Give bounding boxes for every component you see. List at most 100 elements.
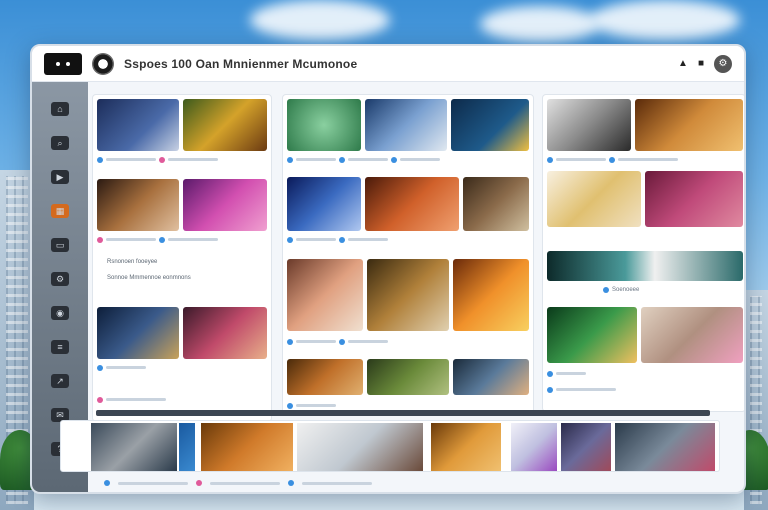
video-meta xyxy=(547,369,743,378)
video-thumbnail[interactable] xyxy=(547,251,743,281)
settings-icon[interactable]: ⚙ xyxy=(714,54,732,73)
video-thumbnail[interactable] xyxy=(547,99,631,151)
meta-line xyxy=(296,340,336,343)
grid-icon[interactable]: ▦ xyxy=(51,204,69,218)
video-thumbnail[interactable] xyxy=(615,423,715,471)
video-thumbnail[interactable] xyxy=(287,259,363,331)
channel-avatar[interactable] xyxy=(97,364,103,371)
video-thumbnail[interactable] xyxy=(431,423,501,471)
video-meta xyxy=(97,363,267,372)
video-meta xyxy=(287,337,531,346)
meta-line xyxy=(168,158,218,161)
meta-line xyxy=(296,404,336,407)
channel-avatar[interactable] xyxy=(339,338,345,345)
channel-avatar[interactable] xyxy=(287,402,293,409)
channel-avatar[interactable] xyxy=(97,236,103,243)
video-thumbnail[interactable] xyxy=(183,99,267,151)
video-thumbnail[interactable] xyxy=(287,99,361,151)
video-meta xyxy=(547,155,743,164)
meta-line xyxy=(106,238,156,241)
channel-avatar[interactable] xyxy=(547,370,553,377)
video-thumbnail[interactable] xyxy=(453,359,529,395)
video-thumbnail[interactable] xyxy=(179,423,195,471)
video-thumbnail[interactable] xyxy=(561,423,611,471)
video-thumbnail[interactable] xyxy=(91,423,177,471)
video-meta: Soenoeee xyxy=(603,285,743,294)
channel-avatar[interactable] xyxy=(287,338,293,345)
channel-avatar[interactable] xyxy=(97,156,103,163)
camera-icon[interactable]: ◉ xyxy=(51,306,69,320)
video-thumbnail[interactable] xyxy=(511,423,557,471)
meta-line xyxy=(296,158,336,161)
video-thumbnail[interactable] xyxy=(367,359,449,395)
meta-line xyxy=(348,238,388,241)
channel-avatar[interactable] xyxy=(609,156,615,163)
channel-avatar[interactable] xyxy=(196,480,202,486)
channel-avatar[interactable] xyxy=(288,480,294,486)
cloud xyxy=(250,0,390,40)
strip-meta xyxy=(104,478,372,488)
right-panel: Soenoeee xyxy=(542,94,744,412)
channel-avatar[interactable] xyxy=(391,156,397,163)
video-meta xyxy=(97,395,267,404)
app-title: Sspoes 100 Oan Mnnienmer Mcumonoe xyxy=(124,56,358,71)
camera-logo-icon[interactable] xyxy=(92,52,114,75)
video-thumbnail[interactable] xyxy=(547,307,637,363)
video-icon[interactable]: ▶ xyxy=(51,170,69,184)
share-icon[interactable]: ↗ xyxy=(51,374,69,388)
video-thumbnail[interactable] xyxy=(645,171,743,227)
meta-line xyxy=(106,158,156,161)
meta-line xyxy=(348,340,388,343)
top-bar: Sspoes 100 Oan Mnnienmer Mcumonoe ▲ ■ ⚙ xyxy=(32,46,744,82)
channel-avatar[interactable] xyxy=(547,156,553,163)
video-thumbnail[interactable] xyxy=(297,423,423,471)
video-thumbnail[interactable] xyxy=(451,99,529,151)
video-thumbnail[interactable] xyxy=(97,179,179,231)
video-thumbnail[interactable] xyxy=(367,259,449,331)
video-thumbnail[interactable] xyxy=(287,359,363,395)
thumbnail-strip xyxy=(60,420,720,472)
meta-line xyxy=(296,238,336,241)
video-thumbnail[interactable] xyxy=(97,99,179,151)
meta-line xyxy=(302,481,372,485)
video-thumbnail[interactable] xyxy=(641,307,743,363)
channel-avatar[interactable] xyxy=(287,236,293,243)
video-thumbnail[interactable] xyxy=(183,179,267,231)
video-meta xyxy=(287,235,531,244)
video-thumbnail[interactable] xyxy=(547,171,641,227)
user-icon[interactable]: ■ xyxy=(698,58,704,69)
channel-avatar[interactable] xyxy=(547,386,553,393)
list-icon[interactable]: ≡ xyxy=(51,340,69,354)
channel-avatar[interactable] xyxy=(287,156,293,163)
channel-avatar[interactable] xyxy=(159,156,165,163)
channel-avatar[interactable] xyxy=(339,156,345,163)
bell-icon[interactable]: ▲ xyxy=(678,58,688,69)
middle-panel xyxy=(282,94,534,414)
video-thumbnail[interactable] xyxy=(365,99,447,151)
channel-avatar[interactable] xyxy=(159,236,165,243)
video-thumbnail[interactable] xyxy=(365,177,459,231)
settings-icon[interactable]: ⚙ xyxy=(51,272,69,286)
video-thumbnail[interactable] xyxy=(183,307,267,359)
search-icon[interactable]: ⌕ xyxy=(51,136,69,150)
meta-line xyxy=(618,158,678,161)
meta-line xyxy=(118,481,188,485)
channel-avatar[interactable] xyxy=(339,236,345,243)
channel-avatar[interactable] xyxy=(603,286,609,293)
video-thumbnail[interactable] xyxy=(463,177,529,231)
home-icon[interactable]: ⌂ xyxy=(51,102,69,116)
meta-line xyxy=(556,388,616,391)
caption-text: Soenoeee xyxy=(612,286,640,293)
menu-dots-icon[interactable] xyxy=(44,52,82,75)
video-thumbnail[interactable] xyxy=(287,177,361,231)
meta-line xyxy=(210,481,280,485)
video-thumbnail[interactable] xyxy=(635,99,743,151)
channel-avatar[interactable] xyxy=(97,396,103,403)
meta-line xyxy=(348,158,388,161)
channel-avatar[interactable] xyxy=(104,480,110,486)
video-thumbnail[interactable] xyxy=(97,307,179,359)
video-thumbnail[interactable] xyxy=(201,423,293,471)
folder-icon[interactable]: ▭ xyxy=(51,238,69,252)
video-thumbnail[interactable] xyxy=(453,259,529,331)
meta-line xyxy=(556,158,606,161)
